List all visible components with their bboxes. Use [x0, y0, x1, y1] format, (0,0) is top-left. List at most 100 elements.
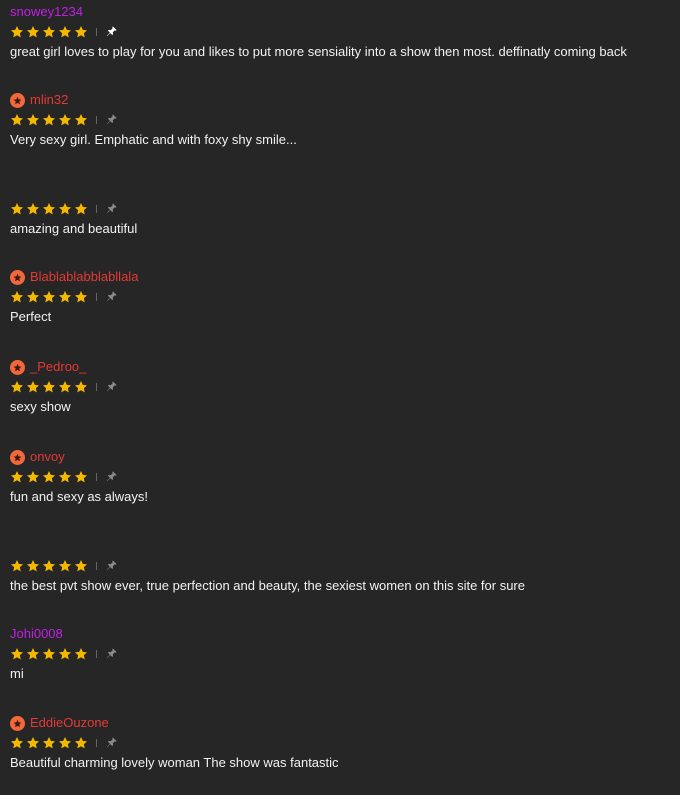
- review-rating: [10, 289, 670, 305]
- star-icon: [58, 25, 72, 39]
- review-comment: mi: [10, 666, 24, 681]
- premium-badge-icon: [10, 360, 25, 375]
- star-icon: [58, 559, 72, 573]
- review-user-row: Blablablabblabllala: [10, 268, 670, 286]
- star-icon: [10, 736, 24, 750]
- review-rating: [10, 558, 670, 574]
- star-icon: [74, 113, 88, 127]
- star-icon: [58, 647, 72, 661]
- review-rating: [10, 24, 670, 40]
- review-username[interactable]: EddieOuzone: [30, 714, 109, 732]
- star-icon: [42, 470, 56, 484]
- review-user-row: mlin32: [10, 91, 670, 109]
- review-item: Johi0008 mi: [10, 625, 670, 683]
- star-icon: [42, 290, 56, 304]
- star-icon: [10, 113, 24, 127]
- review-item: _Pedroo_ sexy show: [10, 358, 670, 416]
- star-icon: [26, 736, 40, 750]
- star-icon: [26, 202, 40, 216]
- review-comment: amazing and beautiful: [10, 221, 138, 236]
- star-icon: [74, 559, 88, 573]
- review-comment: fun and sexy as always!: [10, 489, 149, 504]
- star-icon: [26, 380, 40, 394]
- review-user-row: Johi0008: [10, 625, 670, 643]
- star-icon: [42, 647, 56, 661]
- rating-divider: [96, 473, 97, 481]
- review-comment: Beautiful charming lovely woman The show…: [10, 755, 339, 770]
- review-rating: [10, 379, 670, 395]
- pin-icon[interactable]: [105, 290, 119, 304]
- review-comment: sexy show: [10, 399, 71, 414]
- rating-divider: [96, 28, 97, 36]
- review-item: EddieOuzone Beautiful charming lovely wo…: [10, 714, 670, 772]
- star-icon: [10, 470, 24, 484]
- review-user-row: [10, 537, 670, 555]
- rating-divider: [96, 383, 97, 391]
- review-item: snowey1234 great girl loves to play for …: [10, 3, 670, 61]
- star-icon: [26, 647, 40, 661]
- review-item: Blablablabblabllala Perfect: [10, 268, 670, 326]
- star-icon: [42, 202, 56, 216]
- star-icon: [58, 380, 72, 394]
- rating-divider: [96, 205, 97, 213]
- star-icon: [42, 25, 56, 39]
- star-icon: [10, 647, 24, 661]
- premium-badge-icon: [10, 93, 25, 108]
- review-username[interactable]: onvoy: [30, 448, 65, 466]
- pin-icon[interactable]: [105, 25, 119, 39]
- pin-icon[interactable]: [105, 647, 119, 661]
- star-icon: [26, 290, 40, 304]
- star-icon: [42, 113, 56, 127]
- star-icon: [58, 736, 72, 750]
- star-icon: [26, 470, 40, 484]
- review-username[interactable]: _Pedroo_: [30, 358, 86, 376]
- review-comment: Very sexy girl. Emphatic and with foxy s…: [10, 132, 297, 147]
- premium-badge-icon: [10, 716, 25, 731]
- review-rating: [10, 469, 670, 485]
- review-rating: [10, 646, 670, 662]
- pin-icon[interactable]: [105, 202, 119, 216]
- star-icon: [42, 559, 56, 573]
- star-icon: [74, 736, 88, 750]
- rating-divider: [96, 293, 97, 301]
- review-user-row: EddieOuzone: [10, 714, 670, 732]
- review-item: onvoy fun and sexy as always!: [10, 448, 670, 506]
- pin-icon[interactable]: [105, 380, 119, 394]
- star-icon: [74, 290, 88, 304]
- star-icon: [26, 559, 40, 573]
- star-icon: [74, 470, 88, 484]
- star-icon: [74, 202, 88, 216]
- review-comment: great girl loves to play for you and lik…: [10, 44, 627, 59]
- review-username[interactable]: snowey1234: [10, 3, 83, 21]
- review-username[interactable]: Blablablabblabllala: [30, 268, 138, 286]
- review-comment: the best pvt show ever, true perfection …: [10, 578, 525, 593]
- pin-icon[interactable]: [105, 113, 119, 127]
- rating-divider: [96, 739, 97, 747]
- review-user-row: [10, 180, 670, 198]
- star-icon: [10, 559, 24, 573]
- premium-badge-icon: [10, 450, 25, 465]
- review-username[interactable]: Johi0008: [10, 625, 63, 643]
- star-icon: [58, 470, 72, 484]
- star-icon: [10, 290, 24, 304]
- review-item: amazing and beautiful: [10, 180, 670, 238]
- star-icon: [58, 290, 72, 304]
- star-icon: [42, 380, 56, 394]
- pin-icon[interactable]: [105, 559, 119, 573]
- review-rating: [10, 735, 670, 751]
- review-username[interactable]: mlin32: [30, 91, 68, 109]
- star-icon: [74, 380, 88, 394]
- review-user-row: _Pedroo_: [10, 358, 670, 376]
- star-icon: [10, 25, 24, 39]
- pin-icon[interactable]: [105, 736, 119, 750]
- pin-icon[interactable]: [105, 470, 119, 484]
- review-user-row: onvoy: [10, 448, 670, 466]
- star-icon: [74, 25, 88, 39]
- star-icon: [10, 202, 24, 216]
- review-item: the best pvt show ever, true perfection …: [10, 537, 670, 595]
- star-icon: [58, 113, 72, 127]
- star-icon: [10, 380, 24, 394]
- rating-divider: [96, 650, 97, 658]
- star-icon: [26, 113, 40, 127]
- star-icon: [26, 25, 40, 39]
